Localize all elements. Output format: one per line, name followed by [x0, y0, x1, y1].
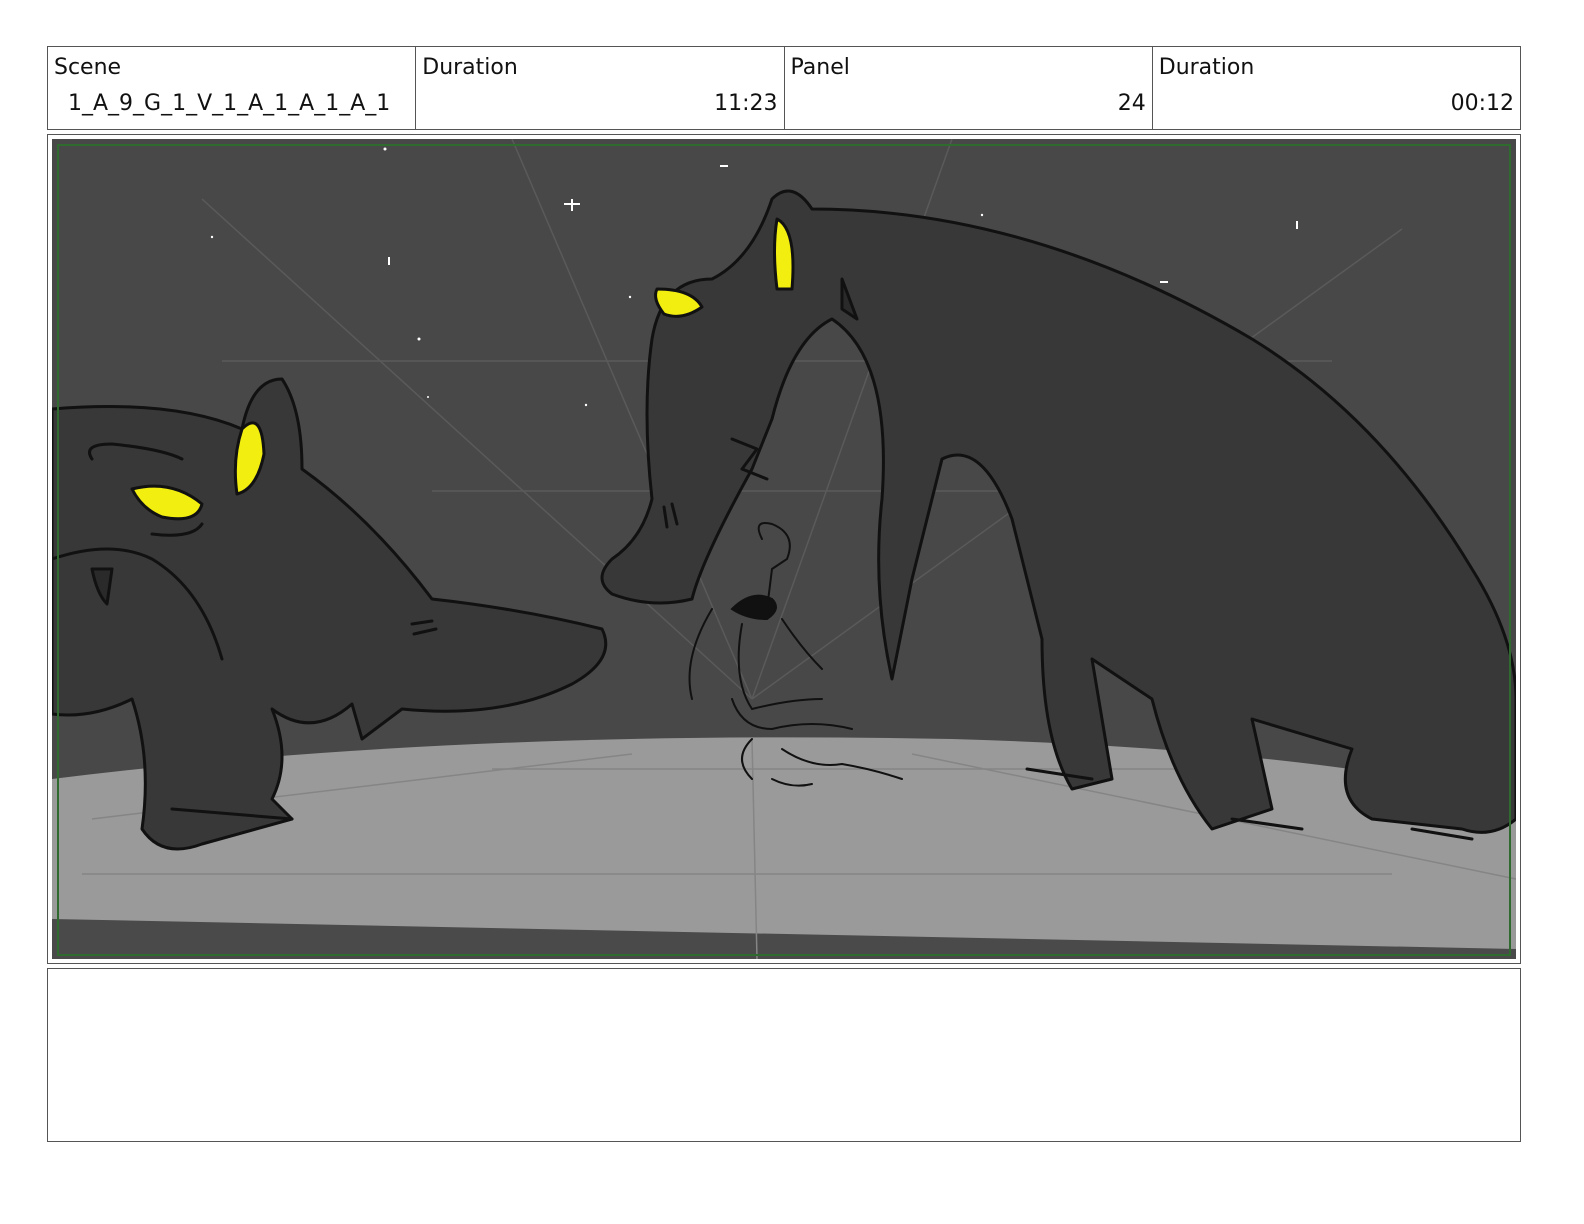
scene-cell: Scene 1_A_9_G_1_V_1_A_1_A_1_A_1 — [48, 47, 417, 129]
scene-label: Scene — [54, 55, 122, 80]
scene-value: 1_A_9_G_1_V_1_A_1_A_1_A_1 — [68, 91, 391, 116]
panel-label: Panel — [790, 55, 850, 80]
panel-drawing — [52, 139, 1516, 959]
scene-duration-label: Duration — [422, 55, 518, 80]
panel-value: 24 — [1117, 91, 1146, 116]
panel-cell: Panel 24 — [785, 47, 1153, 129]
panel-duration-label: Duration — [1158, 55, 1255, 80]
panel-notes-box[interactable] — [47, 968, 1521, 1142]
scene-duration-value: 11:23 — [714, 91, 778, 116]
panel-duration-cell: Duration 00:12 — [1153, 47, 1520, 129]
storyboard-panel-image — [52, 139, 1516, 959]
header-table: Scene 1_A_9_G_1_V_1_A_1_A_1_A_1 Duration… — [47, 46, 1521, 130]
panel-duration-value: 00:12 — [1450, 91, 1514, 116]
scene-duration-cell: Duration 11:23 — [416, 47, 785, 129]
storyboard-panel-frame — [47, 134, 1521, 964]
